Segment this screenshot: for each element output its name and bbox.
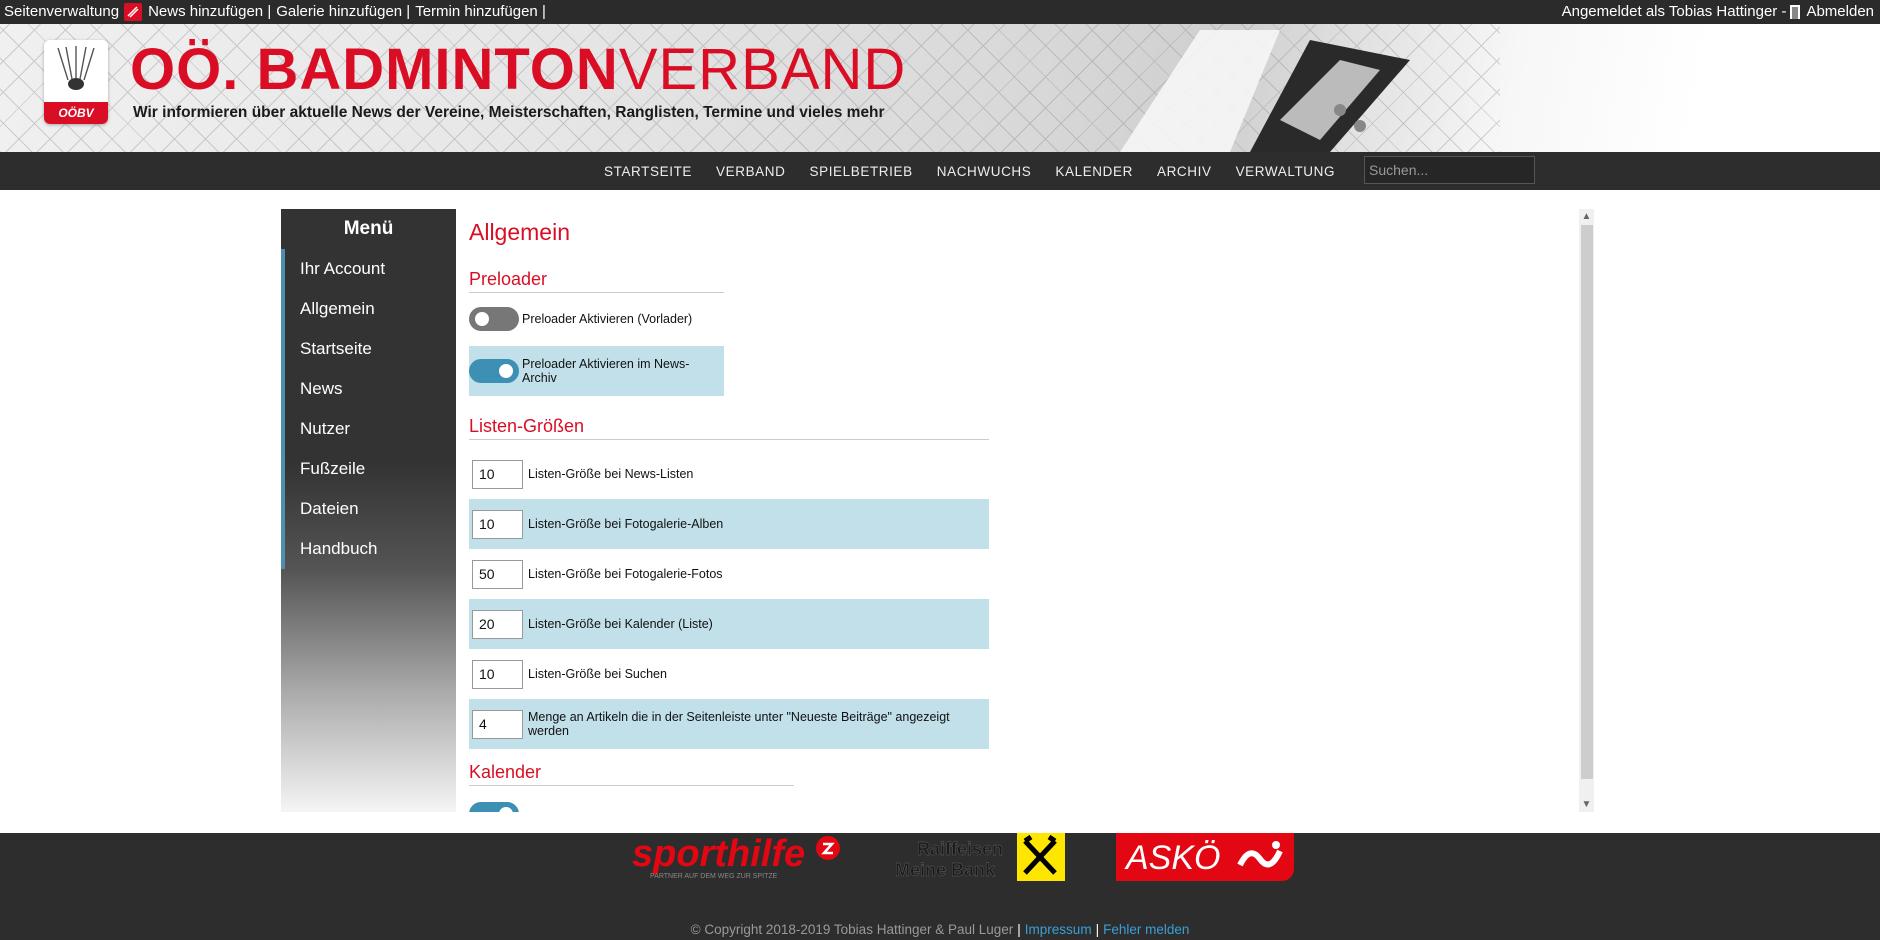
report-error-link[interactable]: Fehler melden bbox=[1103, 922, 1189, 937]
sporthilfe-logo[interactable]: sporthilfe PARTNER AUF DEM WEG ZUR SPITZ… bbox=[632, 830, 847, 882]
scroll-up-icon[interactable]: ▲ bbox=[1579, 209, 1594, 224]
door-icon bbox=[1790, 5, 1801, 19]
asko-logo[interactable]: ASKÖ bbox=[1116, 833, 1294, 881]
nav-item-kalender[interactable]: KALENDER bbox=[1055, 164, 1133, 179]
list-size-label: Listen-Größe bei Suchen bbox=[528, 667, 667, 681]
add-gallery-link[interactable]: Galerie hinzufügen | bbox=[276, 0, 410, 24]
nav-item-nachwuchs[interactable]: NACHWUCHS bbox=[937, 164, 1032, 179]
site-header: OÖBV OÖ. BADMINTONVERBAND Wir informiere… bbox=[0, 24, 1880, 152]
sidebar-item-startseite[interactable]: Startseite bbox=[281, 329, 456, 369]
site-title-thin: VERBAND bbox=[618, 37, 907, 102]
list-size-input[interactable]: 4 bbox=[472, 709, 523, 739]
add-news-link[interactable]: News hinzufügen | bbox=[148, 0, 271, 24]
oobv-badge-logo[interactable]: OÖBV bbox=[44, 40, 108, 124]
nav-item-spielbetrieb[interactable]: SPIELBETRIEB bbox=[809, 164, 912, 179]
settings-panel: Allgemein Preloader Preloader Aktivieren… bbox=[456, 209, 1594, 812]
scrollbar-thumb[interactable] bbox=[1581, 225, 1593, 779]
list-size-label: Listen-Größe bei Fotogalerie-Fotos bbox=[528, 567, 723, 581]
preloader-label: Preloader Aktivieren (Vorlader) bbox=[522, 312, 693, 326]
calendar-row-1 bbox=[469, 799, 522, 812]
toggle-knob bbox=[499, 364, 513, 378]
section-title-preloader: Preloader bbox=[469, 269, 724, 293]
list-size-row: 10 Listen-Größe bei Suchen bbox=[469, 649, 989, 699]
preloader-archive-toggle[interactable] bbox=[469, 359, 519, 383]
nav-item-startseite[interactable]: STARTSEITE bbox=[604, 164, 692, 179]
list-size-row: 10 Listen-Größe bei Fotogalerie-Alben bbox=[469, 499, 989, 549]
sidebar-item-allgemein[interactable]: Allgemein bbox=[281, 289, 456, 329]
list-size-input[interactable]: 10 bbox=[472, 509, 523, 539]
admin-bar: Seitenverwaltung News hinzufügen | Galer… bbox=[0, 0, 1880, 24]
sidebar-item-dateien[interactable]: Dateien bbox=[281, 489, 456, 529]
site-title-bold: OÖ. BADMINTON bbox=[130, 37, 619, 102]
preloader-row-1: Preloader Aktivieren (Vorlader) bbox=[469, 304, 692, 334]
site-title[interactable]: OÖ. BADMINTONVERBAND bbox=[130, 38, 906, 102]
page-title: Allgemein bbox=[469, 219, 570, 245]
list-size-row: 10 Listen-Größe bei News-Listen bbox=[469, 449, 989, 499]
badge-text: OÖBV bbox=[44, 102, 108, 124]
admin-sidebar: Menü Ihr Account Allgemein Startseite Ne… bbox=[281, 209, 456, 812]
sidebar-item-handbuch[interactable]: Handbuch bbox=[281, 529, 456, 569]
copyright-text: © Copyright 2018-2019 Tobias Hattinger &… bbox=[690, 922, 1014, 937]
nav-item-verwaltung[interactable]: VERWALTUNG bbox=[1236, 164, 1336, 179]
list-size-row: 4 Menge an Artikeln die in der Seitenlei… bbox=[469, 699, 989, 749]
sidebar-title: Menü bbox=[343, 218, 394, 239]
raiffeisen-line2: Meine Bank bbox=[895, 860, 996, 880]
list-size-input[interactable]: 10 bbox=[472, 659, 523, 689]
sporthilfe-wordmark: sporthilfe bbox=[632, 833, 805, 875]
content-scrollbar[interactable]: ▲ ▼ bbox=[1579, 209, 1594, 812]
list-size-row: 20 Listen-Größe bei Kalender (Liste) bbox=[469, 599, 989, 649]
shuttlecock-icon bbox=[57, 46, 95, 90]
admin-bar-right: Angemeldet als Tobias Hattinger - Abmeld… bbox=[1562, 0, 1874, 24]
sidebar-item-account[interactable]: Ihr Account bbox=[281, 249, 456, 289]
oobv-logo-icon[interactable] bbox=[124, 3, 143, 21]
list-size-input[interactable]: 50 bbox=[472, 559, 523, 589]
imprint-link[interactable]: Impressum bbox=[1025, 922, 1092, 937]
list-size-label: Listen-Größe bei Fotogalerie-Alben bbox=[528, 517, 724, 531]
footer-copyright-line: © Copyright 2018-2019 Tobias Hattinger &… bbox=[0, 922, 1880, 937]
footer-separator: | bbox=[1095, 922, 1100, 937]
section-title-list-sizes: Listen-Größen bbox=[469, 416, 989, 440]
list-size-input[interactable]: 10 bbox=[472, 459, 523, 489]
add-event-link[interactable]: Termin hinzufügen | bbox=[415, 0, 546, 24]
calendar-toggle[interactable] bbox=[469, 802, 519, 812]
list-size-label: Listen-Größe bei Kalender (Liste) bbox=[528, 617, 713, 631]
logged-in-label: Angemeldet als Tobias Hattinger - bbox=[1561, 3, 1787, 20]
nav-list: STARTSEITE VERBAND SPIELBETRIEB NACHWUCH… bbox=[592, 152, 1347, 190]
sporthilfe-tagline: PARTNER AUF DEM WEG ZUR SPITZE bbox=[650, 873, 778, 880]
toggle-knob bbox=[499, 807, 513, 812]
main-navigation: STARTSEITE VERBAND SPIELBETRIEB NACHWUCH… bbox=[0, 152, 1880, 190]
preloader-row-2: Preloader Aktivieren im News-Archiv bbox=[469, 346, 724, 396]
asko-wordmark: ASKÖ bbox=[1124, 839, 1220, 877]
search-input[interactable]: Suchen... bbox=[1364, 156, 1535, 184]
sidebar-item-fusszeile[interactable]: Fußzeile bbox=[281, 449, 456, 489]
list-size-label: Listen-Größe bei News-Listen bbox=[528, 467, 694, 481]
logout-link[interactable]: Abmelden bbox=[1806, 0, 1874, 24]
preloader-archive-label: Preloader Aktivieren im News-Archiv bbox=[522, 357, 690, 385]
list-size-row: 50 Listen-Größe bei Fotogalerie-Fotos bbox=[469, 549, 989, 599]
site-admin-link[interactable]: Seitenverwaltung bbox=[4, 0, 119, 24]
list-size-label: Menge an Artikeln die in der Seitenleist… bbox=[528, 710, 950, 738]
section-title-calendar: Kalender bbox=[469, 762, 794, 786]
raiffeisen-logo[interactable]: Raiffeisen Meine Bank bbox=[895, 833, 1065, 881]
shuttlecock-background-image bbox=[1120, 30, 1410, 152]
nav-item-verband[interactable]: VERBAND bbox=[716, 164, 785, 179]
nav-item-archiv[interactable]: ARCHIV bbox=[1157, 164, 1212, 179]
admin-bar-left: Seitenverwaltung News hinzufügen | Galer… bbox=[4, 0, 551, 24]
asko-logo-graphic: ASKÖ bbox=[1124, 839, 1283, 877]
sidebar-item-nutzer[interactable]: Nutzer bbox=[281, 409, 456, 449]
toggle-knob bbox=[475, 312, 489, 326]
footer-separator: | bbox=[1017, 922, 1021, 937]
preloader-toggle[interactable] bbox=[469, 307, 519, 331]
list-size-input[interactable]: 20 bbox=[472, 609, 523, 639]
raiffeisen-line1: Raiffeisen bbox=[917, 839, 1003, 859]
sidebar-item-news[interactable]: News bbox=[281, 369, 456, 409]
scroll-down-icon[interactable]: ▼ bbox=[1579, 797, 1594, 812]
site-tagline: Wir informieren über aktuelle News der V… bbox=[133, 104, 885, 121]
